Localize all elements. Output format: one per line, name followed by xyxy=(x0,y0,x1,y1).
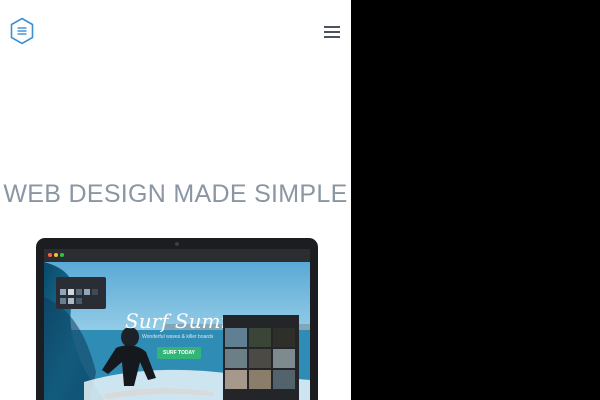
window-minimize-icon xyxy=(54,253,58,257)
laptop-mockup: Surf Summer Wonderful waves & killer boa… xyxy=(36,238,318,400)
webcam-icon xyxy=(175,242,179,246)
surf-today-button[interactable]: SURF TODAY xyxy=(157,347,201,359)
gallery-thumbnail[interactable] xyxy=(225,370,247,389)
mockup-subtitle: Wonderful waves & killer boards xyxy=(142,334,214,340)
gallery-thumbnail[interactable] xyxy=(273,349,295,368)
gallery-thumbnail[interactable] xyxy=(225,328,247,347)
gallery-thumbnail[interactable] xyxy=(273,370,295,389)
page-headline: WEB DESIGN MADE SIMPLE xyxy=(3,180,348,208)
logo-hexagon-icon[interactable] xyxy=(10,17,34,45)
photo-gallery-panel xyxy=(223,315,299,400)
style-swatch-panel xyxy=(56,277,106,309)
gallery-thumbnail[interactable] xyxy=(273,328,295,347)
window-maximize-icon xyxy=(60,253,64,257)
gallery-thumbnail[interactable] xyxy=(225,349,247,368)
browser-toolbar xyxy=(44,249,310,262)
gallery-thumbnail[interactable] xyxy=(249,370,271,389)
hamburger-menu-icon[interactable] xyxy=(324,26,340,38)
page: WEB DESIGN MADE SIMPLE Surf Summer Wonde… xyxy=(0,0,351,400)
laptop-screen: Surf Summer Wonderful waves & killer boa… xyxy=(44,249,310,400)
window-close-icon xyxy=(48,253,52,257)
gallery-thumbnail[interactable] xyxy=(249,349,271,368)
gallery-thumbnail[interactable] xyxy=(249,328,271,347)
